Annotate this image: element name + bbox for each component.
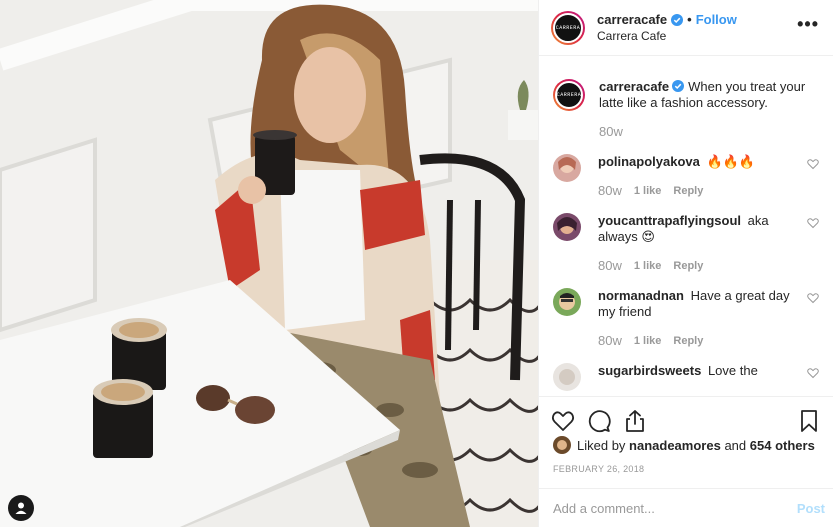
liker-avatar[interactable] bbox=[553, 436, 571, 454]
verified-badge-icon bbox=[672, 80, 685, 92]
comment-username[interactable]: normanadnan bbox=[598, 288, 684, 303]
header-username[interactable]: carreracafe bbox=[597, 12, 667, 27]
caption: CARRERA carreracafe When you treat your l… bbox=[553, 57, 819, 140]
comment-username[interactable]: youcanttrapaflyingsoul bbox=[598, 213, 741, 228]
comment-text: 🔥🔥🔥 bbox=[706, 154, 756, 169]
user-tag-button[interactable] bbox=[8, 495, 34, 521]
comment-body: sugarbirdsweets Love the bbox=[598, 363, 797, 391]
likes-prefix: Liked by bbox=[577, 437, 626, 453]
comment-time[interactable]: 80w bbox=[598, 333, 622, 349]
caption-time[interactable]: 80w bbox=[599, 124, 623, 140]
comment-likes[interactable]: 1 like bbox=[634, 183, 662, 199]
comment-item: youcanttrapaflyingsoul aka always 😍 80w … bbox=[553, 213, 819, 274]
add-comment-bar: Post bbox=[539, 488, 833, 527]
post-date[interactable]: FEBRUARY 26, 2018 bbox=[553, 464, 644, 474]
commenter-avatar[interactable] bbox=[553, 213, 581, 241]
post-header: CARRERA carreracafe • Follow Carrera Caf… bbox=[539, 0, 833, 56]
comment-body: normanadnan Have a great day my friend 8… bbox=[598, 288, 797, 349]
share-icon[interactable] bbox=[623, 409, 647, 433]
comment-body: youcanttrapaflyingsoul aka always 😍 80w … bbox=[598, 213, 797, 274]
more-options-button[interactable]: ••• bbox=[797, 14, 819, 41]
comment-meta: 80w 1 like Reply bbox=[598, 333, 797, 349]
user-tag-icon bbox=[15, 502, 27, 514]
comments-list[interactable]: CARRERA carreracafe When you treat your l… bbox=[539, 57, 833, 395]
like-comment-heart-icon[interactable] bbox=[807, 367, 819, 379]
likes-summary: Liked by nanadeamores and 654 others bbox=[553, 436, 819, 454]
reply-button[interactable]: Reply bbox=[673, 183, 703, 199]
caption-username[interactable]: carreracafe bbox=[599, 79, 669, 94]
post-side-panel: CARRERA carreracafe • Follow Carrera Caf… bbox=[538, 0, 833, 527]
verified-badge-icon bbox=[671, 13, 684, 26]
heart-icon[interactable] bbox=[551, 409, 575, 433]
commenter-avatar[interactable] bbox=[553, 288, 581, 316]
reply-button[interactable]: Reply bbox=[673, 333, 703, 349]
likes-others-link[interactable]: 654 others bbox=[750, 438, 815, 453]
comment-time[interactable]: 80w bbox=[598, 183, 622, 199]
comment-item: normanadnan Have a great day my friend 8… bbox=[553, 288, 819, 349]
bookmark-icon[interactable] bbox=[797, 409, 821, 433]
commenter-avatar[interactable] bbox=[553, 363, 581, 391]
like-comment-heart-icon[interactable] bbox=[807, 217, 819, 229]
comment-likes[interactable]: 1 like bbox=[634, 333, 662, 349]
add-comment-input[interactable] bbox=[553, 500, 797, 516]
account-avatar-logo: CARRERA bbox=[553, 12, 583, 43]
comment-username[interactable]: polinapolyakova bbox=[598, 154, 700, 169]
comment-likes[interactable]: 1 like bbox=[634, 258, 662, 274]
follow-button[interactable]: Follow bbox=[696, 12, 737, 27]
comment-username[interactable]: sugarbirdsweets bbox=[598, 363, 701, 378]
comment-text: Love the bbox=[707, 363, 758, 378]
header-separator: • bbox=[687, 12, 692, 27]
caption-meta: 80w bbox=[599, 124, 819, 140]
likes-middle: and bbox=[724, 437, 747, 453]
liker-username[interactable]: nanadeamores bbox=[629, 438, 721, 453]
account-avatar[interactable]: CARRERA bbox=[551, 10, 585, 45]
comment-icon[interactable] bbox=[587, 409, 611, 433]
caption-avatar-logo: CARRERA bbox=[555, 81, 583, 109]
comment-item: polinapolyakova 🔥🔥🔥 80w 1 like Reply bbox=[553, 154, 819, 199]
instagram-post: CARRERA carreracafe • Follow Carrera Caf… bbox=[0, 0, 833, 527]
comment-item: sugarbirdsweets Love the bbox=[553, 363, 819, 391]
comment-meta: 80w 1 like Reply bbox=[598, 183, 797, 199]
like-comment-heart-icon[interactable] bbox=[807, 158, 819, 170]
comment-time[interactable]: 80w bbox=[598, 258, 622, 274]
like-comment-heart-icon[interactable] bbox=[807, 292, 819, 304]
comment-meta: 80w 1 like Reply bbox=[598, 258, 797, 274]
comment-body: polinapolyakova 🔥🔥🔥 80w 1 like Reply bbox=[598, 154, 797, 199]
post-photo[interactable] bbox=[0, 0, 538, 527]
reply-button[interactable]: Reply bbox=[673, 258, 703, 274]
caption-body: carreracafe When you treat your latte lik… bbox=[599, 79, 819, 140]
location-link[interactable]: Carrera Cafe bbox=[597, 29, 797, 43]
header-user-line: carreracafe • Follow bbox=[597, 12, 797, 27]
action-bar bbox=[539, 396, 833, 436]
commenter-avatar[interactable] bbox=[553, 154, 581, 182]
photo-illustration bbox=[0, 0, 538, 527]
header-names: carreracafe • Follow Carrera Cafe bbox=[597, 12, 797, 43]
post-comment-button[interactable]: Post bbox=[797, 501, 825, 516]
caption-avatar[interactable]: CARRERA bbox=[553, 79, 585, 111]
